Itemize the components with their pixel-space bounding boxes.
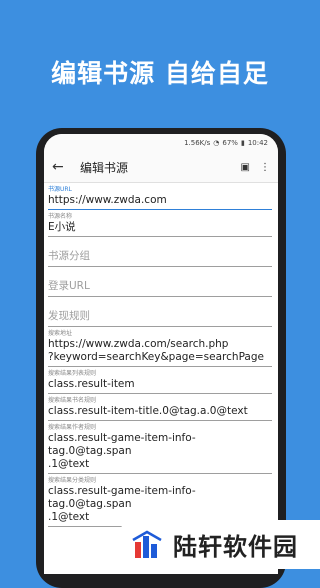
login-url-field[interactable]: 登录URL [48, 269, 272, 297]
field-label: 搜索结果书名规则 [48, 397, 97, 404]
field-placeholder[interactable]: 发现规则 [48, 299, 272, 327]
network-speed: 1.56K/s [184, 139, 211, 147]
field-placeholder[interactable]: 书源分组 [48, 239, 272, 267]
app-screen: 1.56K/s ◔ 67% ▮ 10:42 ← 编辑书源 ▣ ⋮ 书源URL h… [44, 134, 278, 574]
field-value[interactable]: https://www.zwda.com [48, 194, 272, 210]
battery-icon: ▮ [240, 139, 245, 147]
field-value[interactable]: class.result-item-title.0@tag.a.0@text [48, 405, 272, 421]
wifi-icon: ◔ [213, 139, 220, 147]
source-name-field[interactable]: 书源名称 E小说 [48, 212, 272, 237]
watermark-text: 陆轩软件园 [173, 533, 298, 561]
field-value[interactable]: class.result-game-item-info-tag.0@tag.sp… [48, 432, 272, 474]
source-url-field[interactable]: 书源URL https://www.zwda.com [48, 185, 272, 210]
promo-title: 编辑书源 自给自足 [51, 59, 269, 88]
battery-percent: 67% [222, 139, 238, 147]
search-author-rule-field[interactable]: 搜索结果作者规则 class.result-game-item-info-tag… [48, 423, 272, 474]
explore-rule-field[interactable]: 发现规则 [48, 299, 272, 327]
search-list-rule-field[interactable]: 搜索结果列表规则 class.result-item [48, 369, 272, 394]
form: 书源URL https://www.zwda.com 书源名称 E小说 书源分组… [44, 185, 278, 527]
app-bar: ← 编辑书源 ▣ ⋮ [44, 152, 278, 183]
search-url-field[interactable]: 搜索地址 https://www.zwda.com/search.php ?ke… [48, 329, 272, 367]
field-label: 搜索结果作者规则 [48, 424, 97, 431]
field-label: 书源名称 [48, 213, 73, 220]
watermark-badge: 陆轩软件园 [121, 520, 320, 569]
field-label: 书源URL [48, 186, 72, 193]
field-value[interactable]: E小说 [48, 221, 272, 237]
back-arrow-icon[interactable]: ← [52, 159, 72, 175]
save-icon[interactable]: ▣ [241, 162, 250, 173]
field-label: 搜索结果列表规则 [48, 370, 97, 377]
clock: 10:42 [247, 139, 268, 147]
watermark-logo-icon [131, 530, 165, 560]
field-label: 搜索地址 [48, 330, 73, 337]
status-bar: 1.56K/s ◔ 67% ▮ 10:42 [44, 134, 278, 152]
field-value[interactable]: class.result-item [48, 378, 272, 394]
source-group-field[interactable]: 书源分组 [48, 239, 272, 267]
field-value[interactable]: https://www.zwda.com/search.php ?keyword… [48, 338, 272, 367]
field-label: 搜索结果分类规则 [48, 477, 97, 484]
search-name-rule-field[interactable]: 搜索结果书名规则 class.result-item-title.0@tag.a… [48, 396, 272, 421]
more-options-icon[interactable]: ⋮ [260, 162, 270, 173]
page-title: 编辑书源 [80, 160, 129, 175]
field-placeholder[interactable]: 登录URL [48, 269, 272, 297]
